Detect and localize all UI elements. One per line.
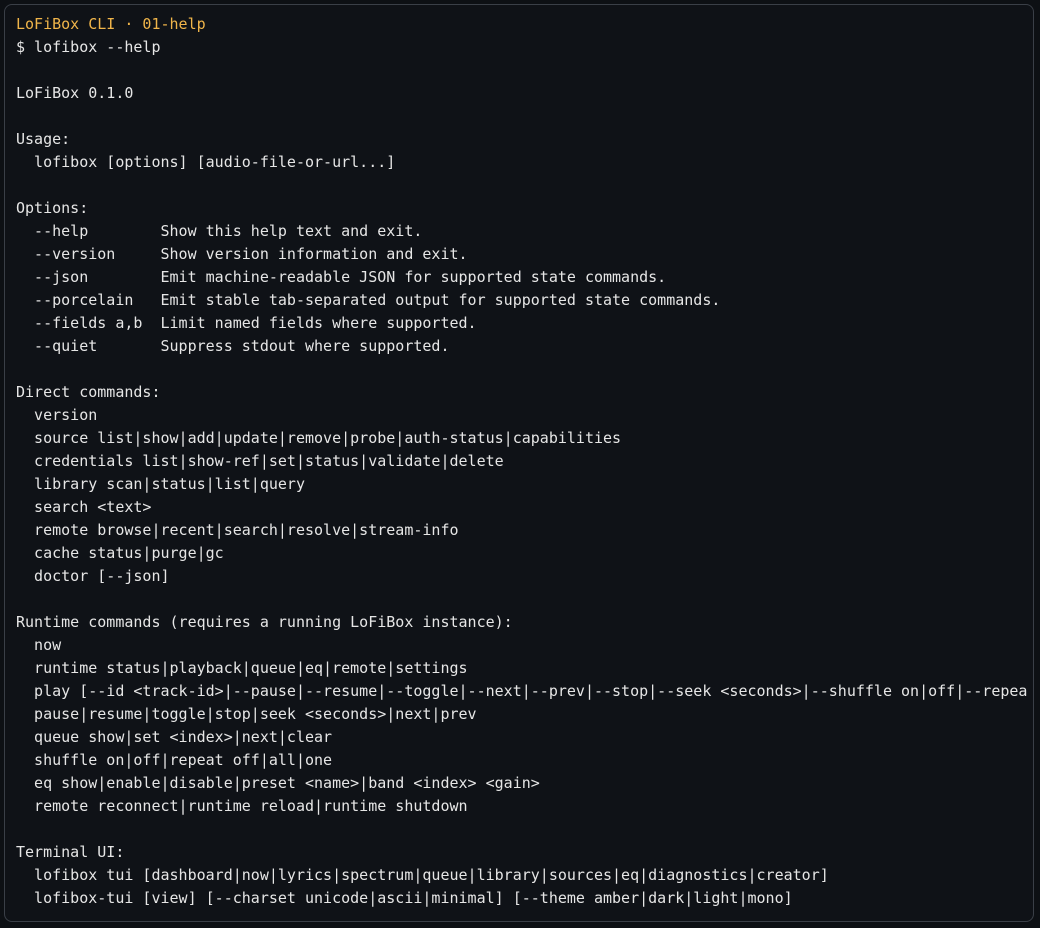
window-title: LoFiBox CLI · 01-help xyxy=(16,15,206,33)
command-version: version xyxy=(16,406,98,424)
option-json: --json Emit machine-readable JSON for su… xyxy=(16,268,667,286)
command-remote: remote browse|recent|search|resolve|stre… xyxy=(16,521,459,539)
command-credentials: credentials list|show-ref|set|status|val… xyxy=(16,452,504,470)
usage-heading: Usage: xyxy=(16,130,71,148)
command-search: search <text> xyxy=(16,498,152,516)
command-queue: queue show|set <index>|next|clear xyxy=(16,728,333,746)
option-help: --help Show this help text and exit. xyxy=(16,222,423,240)
usage-line: lofibox [options] [audio-file-or-url...] xyxy=(16,153,396,171)
version-line: LoFiBox 0.1.0 xyxy=(16,84,134,102)
option-porcelain: --porcelain Emit stable tab-separated ou… xyxy=(16,291,721,309)
command-doctor: doctor [--json] xyxy=(16,567,170,585)
command-now: now xyxy=(16,636,62,654)
command-cache: cache status|purge|gc xyxy=(16,544,224,562)
command-source: source list|show|add|update|remove|probe… xyxy=(16,429,622,447)
runtime-commands-heading: Runtime commands (requires a running LoF… xyxy=(16,613,513,631)
prompt-line: $ lofibox --help xyxy=(16,38,161,56)
command-lofibox-tui: lofibox-tui [view] [--charset unicode|as… xyxy=(16,889,793,907)
terminal-window[interactable]: LoFiBox CLI · 01-help $ lofibox --help L… xyxy=(4,4,1034,922)
command-eq: eq show|enable|disable|preset <name>|ban… xyxy=(16,774,540,792)
option-fields: --fields a,b Limit named fields where su… xyxy=(16,314,477,332)
command-play: play [--id <track-id>|--pause|--resume|-… xyxy=(16,682,1028,700)
option-version: --version Show version information and e… xyxy=(16,245,468,263)
command-shuffle: shuffle on|off|repeat off|all|one xyxy=(16,751,333,769)
terminal-ui-heading: Terminal UI: xyxy=(16,843,125,861)
command-remote-reconnect: remote reconnect|runtime reload|runtime … xyxy=(16,797,468,815)
command-pause: pause|resume|toggle|stop|seek <seconds>|… xyxy=(16,705,477,723)
direct-commands-heading: Direct commands: xyxy=(16,383,161,401)
option-quiet: --quiet Suppress stdout where supported. xyxy=(16,337,450,355)
options-heading: Options: xyxy=(16,199,89,217)
command-runtime: runtime status|playback|queue|eq|remote|… xyxy=(16,659,468,677)
command-tui: lofibox tui [dashboard|now|lyrics|spectr… xyxy=(16,866,829,884)
command-library: library scan|status|list|query xyxy=(16,475,305,493)
